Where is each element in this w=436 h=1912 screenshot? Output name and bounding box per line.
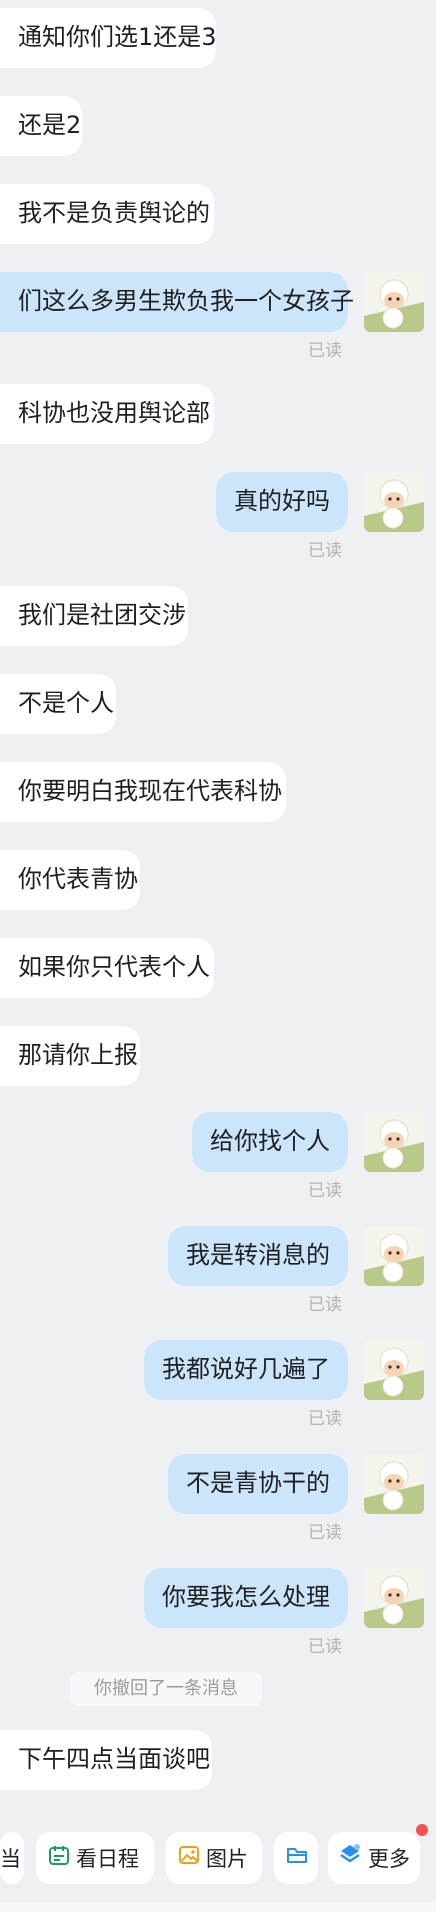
image-label: 图片 <box>206 1847 248 1871</box>
sheep-avatar-icon <box>364 272 424 332</box>
message-bubble[interactable]: 你要我怎么处理 <box>144 1568 348 1628</box>
message-bubble[interactable]: 给你找个人 <box>192 1112 348 1172</box>
quick-action-toolbar: 当 看日程 图片 更多 <box>0 1824 436 1888</box>
image-button[interactable]: 图片 <box>166 1832 262 1884</box>
message-bubble[interactable]: 我不是负责舆论的 <box>0 184 214 244</box>
read-receipt: 已读 <box>308 341 342 361</box>
message-bubble[interactable]: 通知你们选1还是3 <box>0 8 217 68</box>
read-receipt: 已读 <box>308 1523 342 1543</box>
message-bubble[interactable]: 如果你只代表个人 <box>0 938 214 998</box>
partial-action-chip[interactable]: 当 <box>0 1832 24 1884</box>
avatar[interactable] <box>364 272 424 332</box>
file-button[interactable] <box>274 1832 318 1884</box>
read-receipt: 已读 <box>308 1409 342 1429</box>
read-receipt: 已读 <box>308 1295 342 1315</box>
message-bubble[interactable]: 还是2 <box>0 96 82 156</box>
sheep-avatar-icon <box>364 1568 424 1628</box>
read-receipt: 已读 <box>308 1637 342 1657</box>
message-bubble[interactable]: 不是个人 <box>0 674 116 734</box>
sheep-avatar-icon <box>364 1454 424 1514</box>
message-bubble[interactable]: 那请你上报 <box>0 1026 140 1086</box>
message-bubble[interactable]: 不是青协干的 <box>168 1454 348 1514</box>
schedule-button[interactable]: 看日程 <box>36 1832 154 1884</box>
message-bubble[interactable]: 科协也没用舆论部 <box>0 384 214 444</box>
more-app-icon <box>338 1833 362 1884</box>
recall-notice: 你撤回了一条消息 <box>70 1672 262 1706</box>
message-bubble[interactable]: 我是转消息的 <box>168 1226 348 1286</box>
partial-action-label: 当 <box>0 1847 21 1871</box>
avatar[interactable] <box>364 472 424 532</box>
message-bubble[interactable]: 你要明白我现在代表科协 <box>0 762 286 822</box>
message-bubble[interactable]: 真的好吗 <box>216 472 348 532</box>
message-bubble[interactable]: 我都说好几遍了 <box>144 1340 348 1400</box>
image-icon <box>178 1833 200 1884</box>
input-bar-edge <box>0 1902 436 1912</box>
schedule-label: 看日程 <box>76 1847 139 1871</box>
read-receipt: 已读 <box>308 1181 342 1201</box>
chat-area[interactable]: 通知你们选1还是3 还是2 我不是负责舆论的 们这么多男生欺负我一个女孩子 已读… <box>0 0 436 1912</box>
avatar[interactable] <box>364 1112 424 1172</box>
more-button[interactable]: 更多 <box>328 1832 420 1884</box>
message-bubble[interactable]: 你代表青协 <box>0 850 140 910</box>
calendar-icon <box>48 1833 70 1884</box>
folder-icon <box>286 1833 308 1884</box>
more-label: 更多 <box>368 1847 410 1871</box>
sheep-avatar-icon <box>364 472 424 532</box>
sheep-avatar-icon <box>364 1226 424 1286</box>
message-bubble[interactable]: 下午四点当面谈吧 <box>0 1730 212 1790</box>
notification-dot <box>416 1824 428 1836</box>
sheep-avatar-icon <box>364 1340 424 1400</box>
avatar[interactable] <box>364 1568 424 1628</box>
read-receipt: 已读 <box>308 541 342 561</box>
avatar[interactable] <box>364 1454 424 1514</box>
sheep-avatar-icon <box>364 1112 424 1172</box>
message-bubble[interactable]: 们这么多男生欺负我一个女孩子 <box>0 272 354 332</box>
avatar[interactable] <box>364 1340 424 1400</box>
message-bubble[interactable]: 我们是社团交涉 <box>0 586 188 646</box>
avatar[interactable] <box>364 1226 424 1286</box>
